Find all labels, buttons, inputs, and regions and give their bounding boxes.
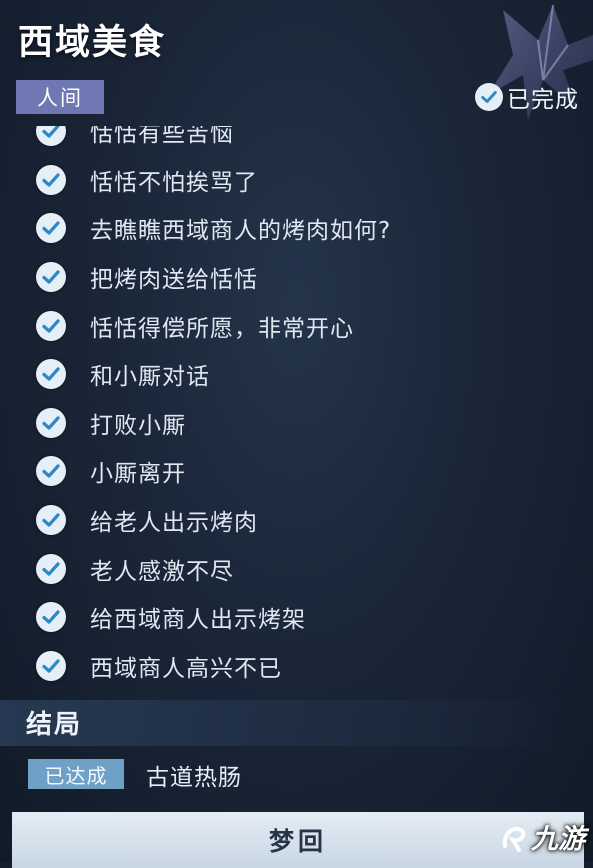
step-text: 把烤肉送给恬恬 — [90, 267, 258, 294]
quest-status: 已完成 — [475, 80, 579, 114]
step-item: 小厮离开 — [0, 447, 593, 496]
achieved-tag: 已达成 — [28, 759, 124, 789]
step-item: 把烤肉送给恬恬 — [0, 253, 593, 302]
step-item: 给西域商人出示烤架 — [0, 593, 593, 642]
step-item: 西域商人高兴不已 — [0, 642, 593, 691]
step-text: 恬恬得偿所愿，非常开心 — [90, 315, 354, 342]
quest-title: 西域美食 — [18, 22, 167, 63]
step-item: 给老人出示烤肉 — [0, 496, 593, 545]
quest-step-list[interactable]: 恬恬有些苦恼恬恬不怕挨骂了去瞧瞧西域商人的烤肉如何? 把烤肉送给恬恬恬恬得偿所愿，… — [0, 126, 593, 694]
check-circle-icon — [36, 310, 66, 341]
check-circle-icon — [36, 505, 66, 536]
check-circle-icon — [36, 650, 66, 681]
step-text: 和小厮对话 — [90, 364, 210, 391]
step-text: 老人感激不尽 — [90, 558, 234, 585]
step-item: 恬恬有些苦恼 — [0, 126, 593, 156]
status-label: 已完成 — [507, 87, 579, 113]
step-item: 和小厮对话 — [0, 350, 593, 399]
step-item: 打败小厮 — [0, 399, 593, 448]
step-item: 恬恬不怕挨骂了 — [0, 156, 593, 205]
nine-game-logo-icon — [502, 826, 526, 852]
check-circle-icon — [36, 126, 66, 147]
step-text: 小厮离开 — [90, 461, 186, 488]
step-text: 打败小厮 — [90, 412, 186, 439]
step-text: 恬恬有些苦恼 — [90, 126, 234, 148]
watermark-text: 九游 — [531, 824, 585, 855]
check-circle-icon — [475, 83, 503, 111]
ending-name: 古道热肠 — [146, 765, 242, 791]
step-text: 给老人出示烤肉 — [90, 510, 258, 537]
category-tag: 人间 — [16, 80, 104, 114]
step-text: 去瞧瞧西域商人的烤肉如何? — [90, 218, 392, 245]
step-text: 给西域商人出示烤架 — [90, 607, 306, 634]
ending-header-bar — [0, 700, 560, 746]
ending-heading: 结局 — [26, 710, 83, 740]
check-circle-icon — [36, 359, 66, 390]
check-circle-icon — [36, 213, 66, 244]
step-item: 老人感激不尽 — [0, 544, 593, 593]
step-item: 恬恬得偿所愿，非常开心 — [0, 301, 593, 350]
watermark: 九游 — [499, 817, 585, 856]
check-circle-icon — [36, 553, 66, 584]
check-circle-icon — [36, 164, 66, 195]
step-text: 西域商人高兴不已 — [90, 655, 282, 682]
check-circle-icon — [36, 602, 66, 633]
step-text: 恬恬不怕挨骂了 — [90, 169, 258, 196]
check-circle-icon — [36, 407, 66, 438]
check-circle-icon — [36, 262, 66, 293]
step-item: 去瞧瞧西域商人的烤肉如何? — [0, 204, 593, 253]
check-circle-icon — [36, 456, 66, 487]
steps: 恬恬有些苦恼恬恬不怕挨骂了去瞧瞧西域商人的烤肉如何? 把烤肉送给恬恬恬恬得偿所愿，… — [0, 126, 593, 690]
